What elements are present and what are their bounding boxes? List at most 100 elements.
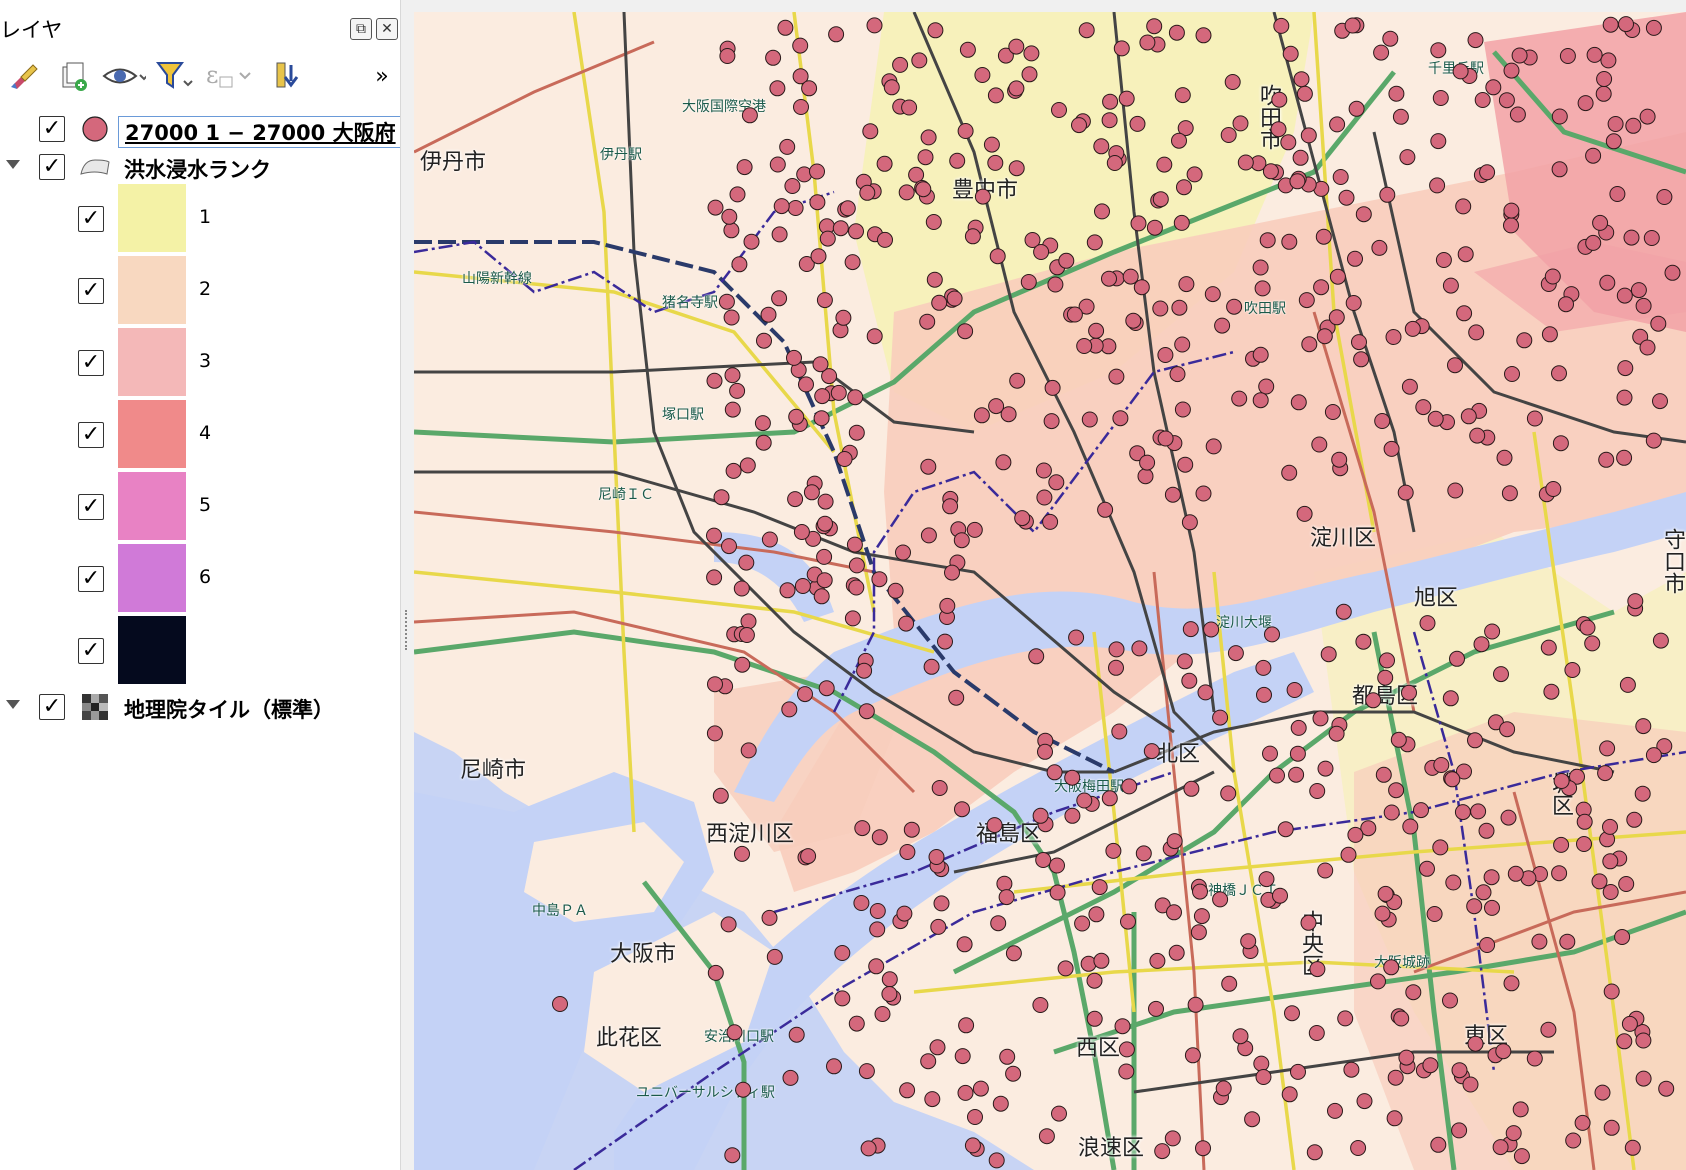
point-feature[interactable]	[957, 1084, 974, 1101]
point-feature[interactable]	[1617, 360, 1634, 377]
point-feature[interactable]	[1009, 372, 1026, 389]
point-feature[interactable]	[1509, 106, 1526, 123]
point-feature[interactable]	[1526, 1050, 1543, 1067]
point-feature[interactable]	[832, 220, 849, 237]
point-feature[interactable]	[869, 921, 886, 938]
point-feature[interactable]	[1284, 1005, 1300, 1022]
point-feature[interactable]	[1415, 399, 1432, 416]
layer-name-points[interactable]: 27000 1 − 27000 大阪府	[118, 116, 403, 148]
point-feature[interactable]	[1244, 1111, 1261, 1128]
point-feature[interactable]	[1444, 771, 1461, 788]
point-feature[interactable]	[1429, 177, 1446, 194]
legend-class-row[interactable]: ✓ 3	[0, 328, 400, 398]
point-feature[interactable]	[1385, 329, 1402, 345]
point-feature[interactable]	[1493, 666, 1509, 683]
point-feature[interactable]	[830, 384, 847, 401]
point-feature[interactable]	[756, 332, 772, 349]
point-feature[interactable]	[1616, 1033, 1633, 1050]
point-feature[interactable]	[848, 557, 865, 574]
point-feature[interactable]	[1074, 915, 1091, 932]
point-feature[interactable]	[735, 1081, 752, 1098]
point-feature[interactable]	[766, 948, 783, 965]
legend-class-checkbox[interactable]: ✓	[78, 350, 104, 376]
point-feature[interactable]	[725, 462, 742, 479]
point-feature[interactable]	[1623, 229, 1640, 246]
point-feature[interactable]	[812, 356, 829, 373]
point-feature[interactable]	[1350, 1140, 1367, 1156]
point-feature[interactable]	[1466, 898, 1483, 915]
point-feature[interactable]	[1169, 366, 1186, 383]
points-layer[interactable]	[414, 12, 1686, 1170]
point-feature[interactable]	[1203, 621, 1220, 638]
point-feature[interactable]	[1634, 785, 1651, 802]
point-feature[interactable]	[1316, 328, 1333, 345]
point-feature[interactable]	[743, 233, 760, 250]
point-feature[interactable]	[871, 571, 888, 588]
point-feature[interactable]	[1281, 1086, 1298, 1103]
point-feature[interactable]	[1645, 747, 1662, 764]
point-feature[interactable]	[1289, 745, 1306, 762]
point-feature[interactable]	[1430, 1136, 1447, 1153]
point-feature[interactable]	[1503, 62, 1520, 79]
point-feature[interactable]	[1553, 836, 1570, 853]
point-feature[interactable]	[1496, 449, 1513, 466]
point-feature[interactable]	[1231, 390, 1248, 407]
point-feature[interactable]	[1181, 672, 1198, 689]
point-feature[interactable]	[1094, 203, 1110, 220]
point-feature[interactable]	[1332, 169, 1349, 185]
point-feature[interactable]	[887, 582, 904, 599]
point-feature[interactable]	[552, 996, 568, 1012]
point-feature[interactable]	[740, 742, 757, 759]
point-feature[interactable]	[1232, 1028, 1249, 1045]
panel-splitter[interactable]	[400, 0, 415, 1170]
point-feature[interactable]	[813, 410, 830, 427]
point-feature[interactable]	[983, 136, 1000, 153]
legend-class-checkbox[interactable]: ✓	[78, 566, 104, 592]
point-feature[interactable]	[1377, 885, 1394, 902]
point-feature[interactable]	[1355, 633, 1372, 650]
point-feature[interactable]	[1106, 155, 1123, 171]
point-feature[interactable]	[1130, 215, 1147, 232]
point-feature[interactable]	[1309, 783, 1326, 799]
point-feature[interactable]	[1351, 334, 1367, 351]
point-feature[interactable]	[1386, 1110, 1403, 1127]
point-feature[interactable]	[1271, 91, 1288, 108]
point-feature[interactable]	[1577, 95, 1594, 112]
point-feature[interactable]	[1156, 156, 1173, 173]
point-feature[interactable]	[1574, 1114, 1591, 1131]
point-feature[interactable]	[771, 290, 788, 307]
point-feature[interactable]	[1365, 692, 1382, 709]
point-feature[interactable]	[1143, 743, 1160, 760]
point-feature[interactable]	[1253, 1055, 1270, 1072]
legend-class-row[interactable]: ✓ 1	[0, 184, 400, 254]
point-feature[interactable]	[1469, 427, 1486, 444]
point-feature[interactable]	[1541, 326, 1558, 343]
point-feature[interactable]	[1064, 807, 1081, 824]
point-feature[interactable]	[1658, 1080, 1675, 1097]
point-feature[interactable]	[1540, 639, 1557, 656]
point-feature[interactable]	[1377, 669, 1394, 686]
point-feature[interactable]	[1511, 47, 1528, 64]
point-feature[interactable]	[1312, 710, 1329, 727]
close-panel-button[interactable]: ✕	[376, 18, 398, 40]
point-feature[interactable]	[877, 231, 893, 248]
point-feature[interactable]	[1296, 505, 1313, 522]
point-feature[interactable]	[1112, 410, 1129, 427]
point-feature[interactable]	[1168, 944, 1185, 961]
point-feature[interactable]	[1392, 108, 1409, 125]
point-feature[interactable]	[848, 1015, 865, 1032]
point-feature[interactable]	[1212, 891, 1229, 908]
point-feature[interactable]	[1586, 46, 1603, 63]
point-feature[interactable]	[1327, 1102, 1343, 1119]
point-feature[interactable]	[1306, 1144, 1323, 1161]
point-feature[interactable]	[1607, 116, 1624, 132]
point-feature[interactable]	[996, 875, 1013, 892]
point-feature[interactable]	[933, 895, 950, 912]
point-feature[interactable]	[1051, 102, 1067, 118]
legend-class-row[interactable]: ✓ 2	[0, 256, 400, 326]
point-feature[interactable]	[1467, 1035, 1484, 1052]
point-feature[interactable]	[787, 200, 804, 216]
point-feature[interactable]	[713, 489, 730, 506]
point-feature[interactable]	[1190, 924, 1207, 941]
point-feature[interactable]	[777, 19, 794, 36]
